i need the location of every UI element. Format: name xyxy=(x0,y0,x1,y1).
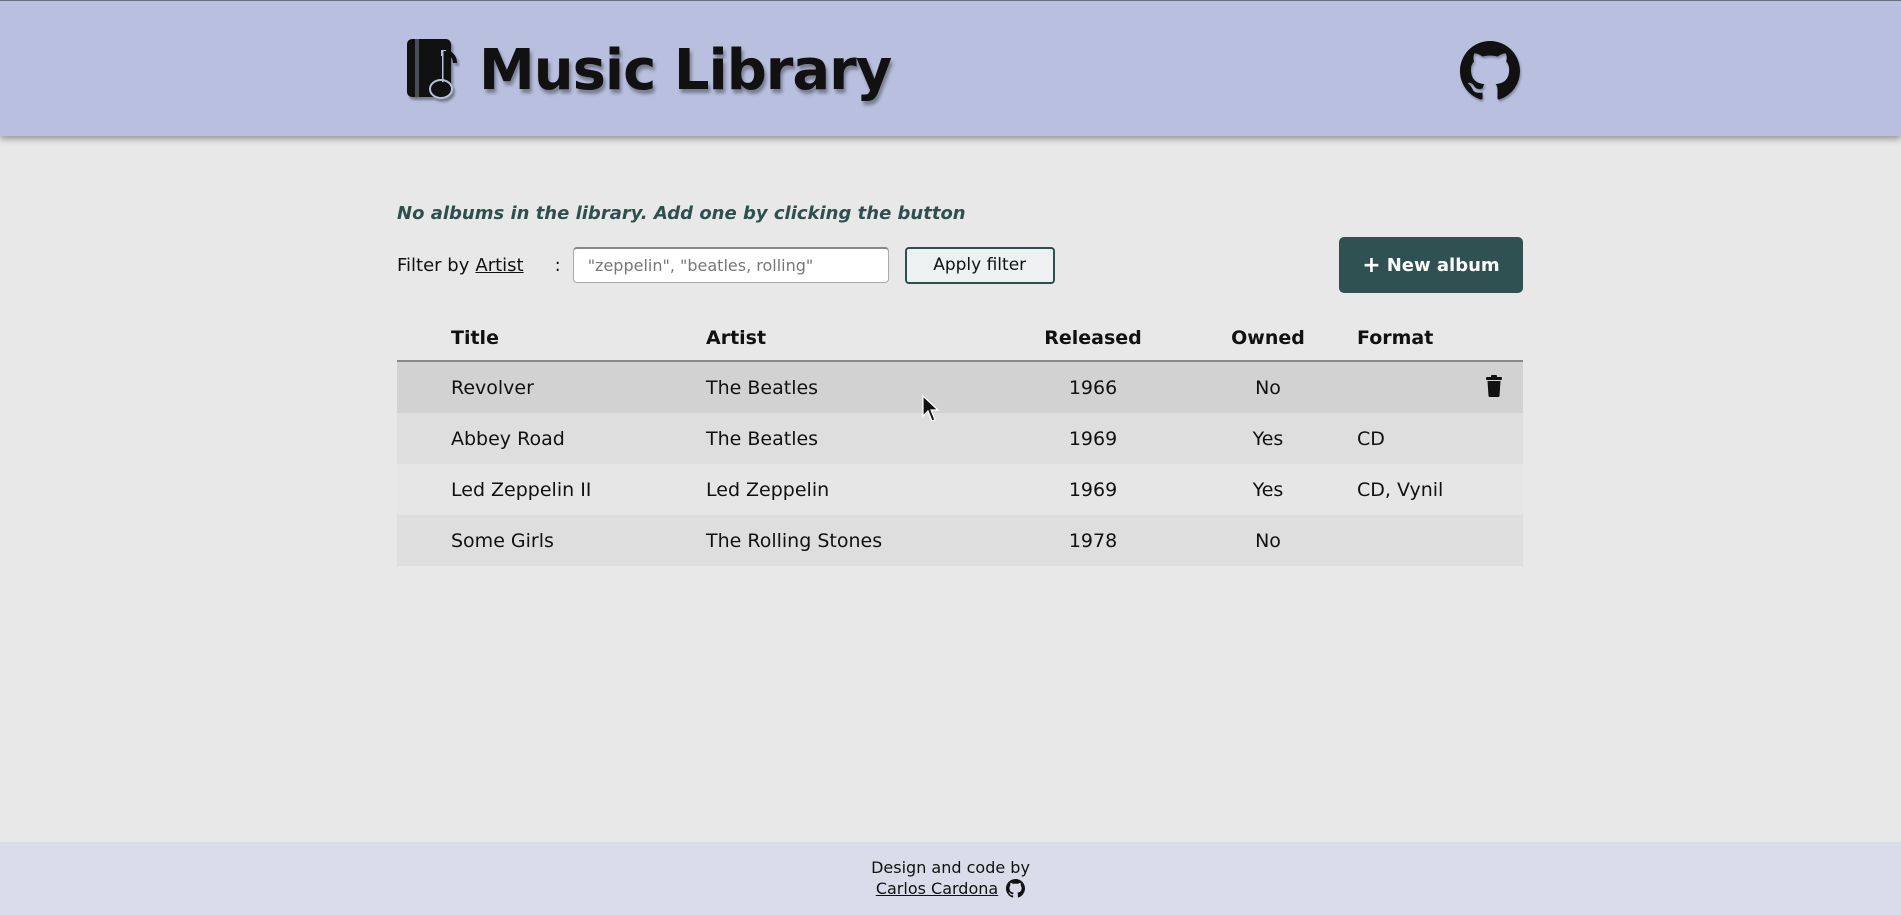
album-title: Revolver xyxy=(451,376,534,399)
empty-library-notice: No albums in the library. Add one by cli… xyxy=(397,203,966,224)
column-header-format[interactable]: Format xyxy=(1357,327,1433,349)
new-album-button[interactable]: + New album xyxy=(1339,237,1523,293)
table-row[interactable]: Some Girls The Rolling Stones 1978 No xyxy=(397,515,1523,566)
album-released: 1969 xyxy=(1068,478,1118,501)
trash-icon[interactable] xyxy=(1486,375,1502,397)
album-released: 1969 xyxy=(1068,427,1118,450)
filter-bar: Filter by Artist : Apply filter xyxy=(397,246,1055,284)
album-format: CD xyxy=(1357,427,1385,450)
album-owned: No xyxy=(1255,529,1281,552)
page-footer: Design and code by Carlos Cardona xyxy=(0,842,1901,915)
new-album-label: New album xyxy=(1386,254,1500,276)
album-title: Led Zeppelin II xyxy=(451,478,592,501)
album-format: CD, Vynil xyxy=(1357,478,1444,501)
album-title: Abbey Road xyxy=(451,427,565,450)
footer-author-line: Carlos Cardona xyxy=(0,879,1901,898)
github-icon[interactable] xyxy=(1006,879,1026,898)
app-logo: Music Library xyxy=(405,31,892,109)
author-link[interactable]: Carlos Cardona xyxy=(876,879,998,898)
github-icon[interactable] xyxy=(1460,41,1520,101)
filter-colon: : xyxy=(554,254,561,276)
filter-label: Filter by xyxy=(397,254,470,276)
table-header: Title Artist Released Owned Format xyxy=(397,315,1523,362)
table-row[interactable]: Revolver The Beatles 1966 No xyxy=(397,362,1523,413)
album-artist: The Beatles xyxy=(706,427,819,450)
apply-filter-button[interactable]: Apply filter xyxy=(904,246,1055,284)
album-released: 1978 xyxy=(1068,529,1118,552)
album-released: 1966 xyxy=(1068,376,1118,399)
album-title: Some Girls xyxy=(451,529,554,552)
column-header-title[interactable]: Title xyxy=(451,327,499,349)
album-artist: Led Zeppelin xyxy=(706,478,830,501)
filter-field-selector[interactable]: Artist xyxy=(475,255,523,276)
column-header-released[interactable]: Released xyxy=(1017,327,1169,349)
album-owned: Yes xyxy=(1252,427,1284,450)
albums-table: Title Artist Released Owned Format Revol… xyxy=(397,315,1523,566)
album-owned: Yes xyxy=(1252,478,1284,501)
app-header: Music Library xyxy=(0,0,1901,136)
column-header-owned[interactable]: Owned xyxy=(1192,327,1344,349)
filter-input[interactable] xyxy=(572,247,889,283)
album-artist: The Rolling Stones xyxy=(706,529,883,552)
plus-icon: + xyxy=(1362,252,1381,278)
table-row[interactable]: Led Zeppelin II Led Zeppelin 1969 Yes CD… xyxy=(397,464,1523,515)
app-title: Music Library xyxy=(479,37,892,103)
mouse-cursor-icon xyxy=(922,394,940,423)
footer-credit: Design and code by xyxy=(871,858,1030,877)
album-owned: No xyxy=(1255,376,1281,399)
table-row[interactable]: Abbey Road The Beatles 1969 Yes CD xyxy=(397,413,1523,464)
album-artist: The Beatles xyxy=(706,376,819,399)
column-header-artist[interactable]: Artist xyxy=(706,327,766,349)
music-album-icon xyxy=(405,37,465,103)
